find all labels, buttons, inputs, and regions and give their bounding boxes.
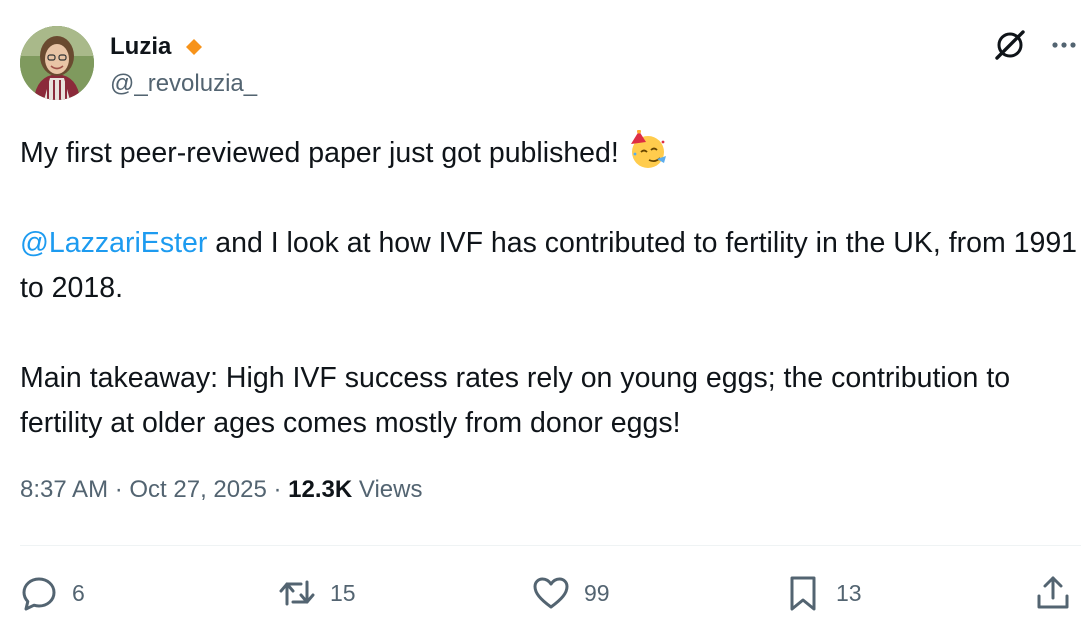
meta-separator: ·: [108, 476, 130, 503]
mention-link[interactable]: @LazzariEster: [20, 227, 207, 259]
views-label: Views: [352, 476, 423, 503]
action-bar: 6 15 99 13: [20, 566, 1081, 620]
author-name[interactable]: Luzia: [110, 33, 171, 61]
post-paragraph-1: My first peer-reviewed paper just got pu…: [20, 129, 1082, 176]
author-block: Luzia @_revoluzia_: [110, 30, 257, 98]
avatar[interactable]: [20, 26, 94, 100]
share-button[interactable]: [1034, 566, 1072, 620]
meta-separator: ·: [266, 476, 289, 503]
post-header: Luzia @_revoluzia_: [20, 26, 1081, 102]
post-paragraph-3: Main takeaway: High IVF success rates re…: [20, 362, 1011, 439]
post-meta: 8:37 AM · Oct 27, 2025 · 12.3K Views: [20, 476, 422, 504]
partying-face-icon: [627, 129, 667, 170]
author-handle[interactable]: @_revoluzia_: [110, 70, 257, 98]
reply-icon: [22, 577, 56, 611]
like-button[interactable]: 99: [532, 566, 610, 620]
bookmark-button[interactable]: 13: [784, 566, 862, 620]
share-icon: [1037, 576, 1069, 609]
repost-count: 15: [330, 579, 356, 606]
grok-icon[interactable]: [993, 28, 1027, 62]
bookmark-icon: [790, 576, 816, 611]
divider: [20, 545, 1081, 546]
like-count: 99: [584, 579, 610, 606]
post-line-1: My first peer-reviewed paper just got pu…: [20, 137, 619, 169]
post-date[interactable]: Oct 27, 2025: [129, 476, 266, 503]
verified-badge-icon: [185, 38, 203, 56]
post-time[interactable]: 8:37 AM: [20, 476, 108, 503]
views-count: 12.3K: [288, 476, 353, 503]
heart-icon: [533, 577, 569, 609]
bookmark-count: 13: [836, 579, 862, 606]
post-paragraph-2: @LazzariEster and I look at how IVF has …: [20, 221, 1082, 311]
reply-count: 6: [72, 579, 85, 606]
repost-button[interactable]: 15: [278, 566, 356, 620]
repost-icon: [279, 580, 315, 606]
more-icon[interactable]: [1047, 28, 1081, 62]
reply-button[interactable]: 6: [20, 566, 85, 620]
top-actions: [993, 28, 1081, 62]
post-text: My first peer-reviewed paper just got pu…: [20, 129, 1082, 446]
